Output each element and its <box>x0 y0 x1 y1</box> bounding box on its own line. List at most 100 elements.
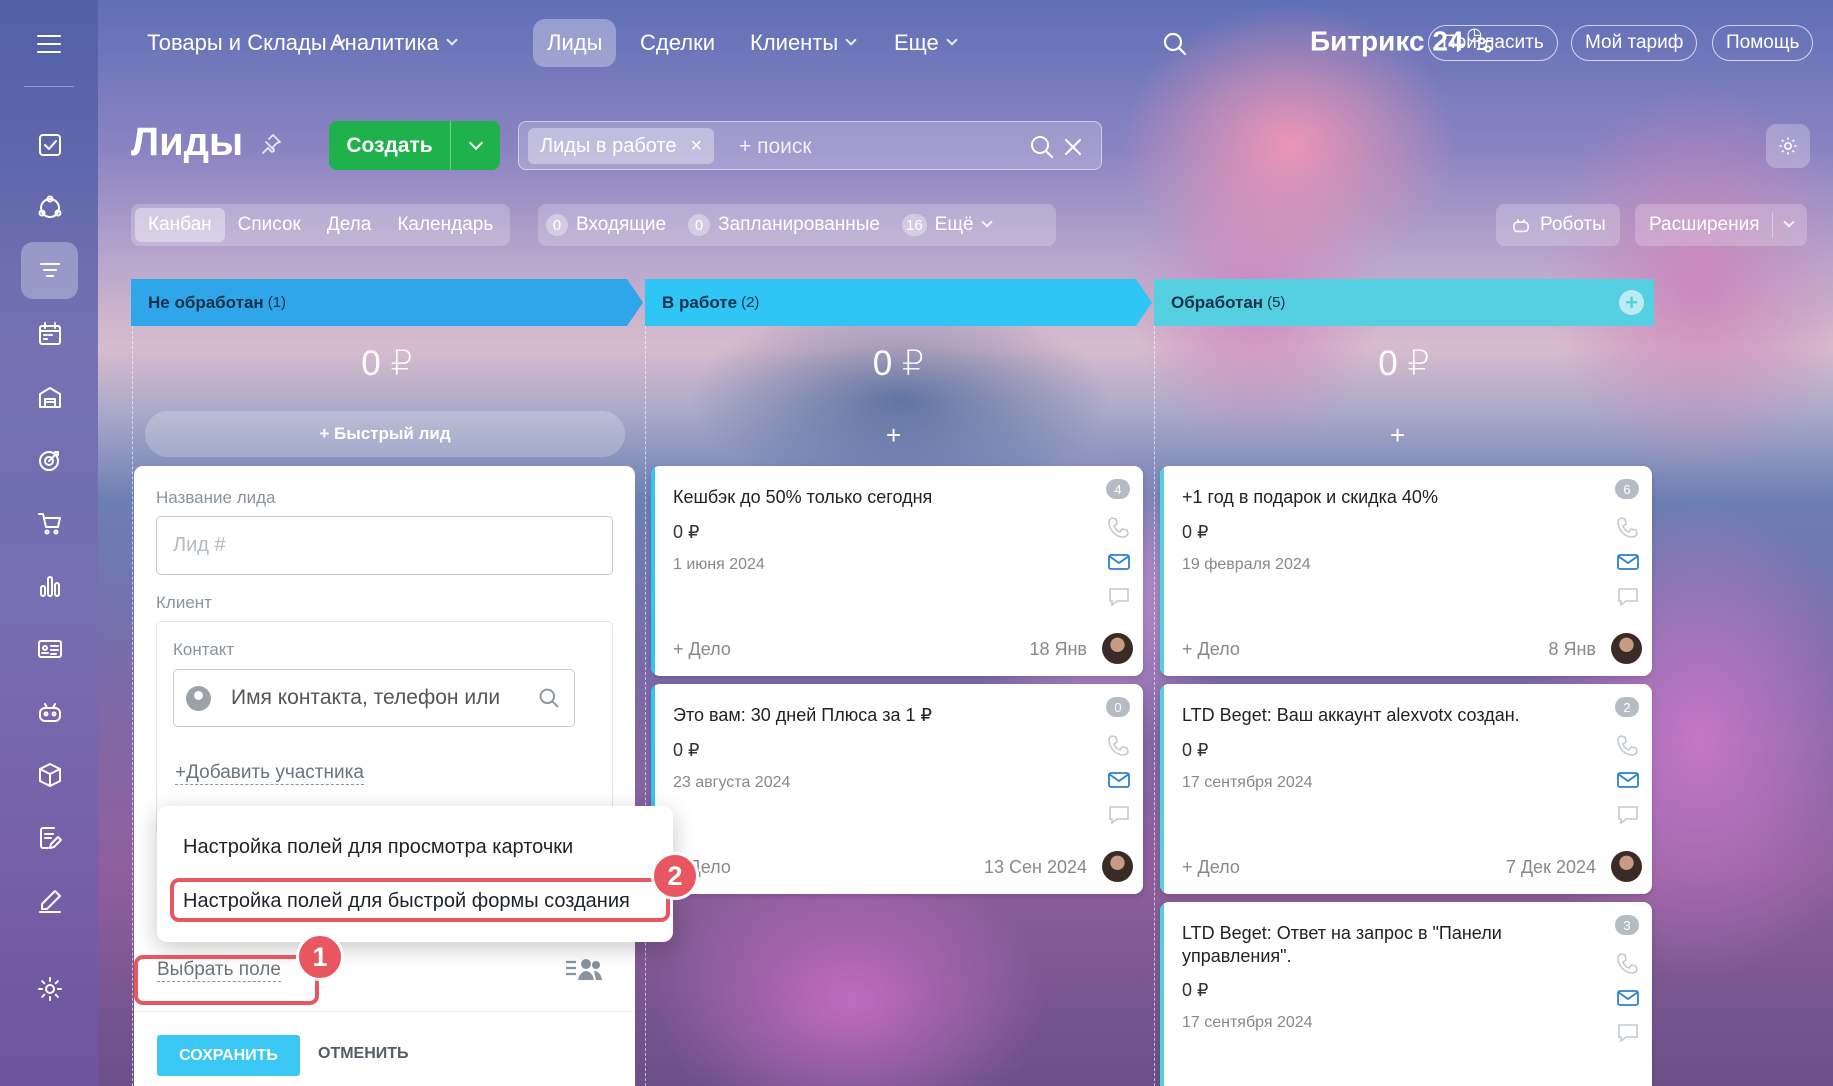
close-icon[interactable]: × <box>691 135 703 158</box>
chat-icon[interactable] <box>1107 586 1131 608</box>
counter-incoming[interactable]: 0 Входящие <box>546 214 666 236</box>
sidebar-item-docs[interactable] <box>21 809 78 866</box>
responsible-avatar[interactable] <box>1611 851 1642 882</box>
responsible-avatar[interactable] <box>1611 633 1642 664</box>
filter-search-bar[interactable]: Лиды в работе × + поиск <box>518 121 1102 170</box>
contact-search-input[interactable]: Имя контакта, телефон или <box>173 669 575 727</box>
nav-item-more[interactable]: Еще <box>880 19 970 67</box>
extensions-button[interactable]: Расширения <box>1635 204 1807 246</box>
lead-card[interactable]: LTD Beget: Ответ на запрос в "Панели упр… <box>1160 902 1652 1086</box>
nav-item-leads[interactable]: Лиды <box>533 19 617 67</box>
nav-item-clients[interactable]: Клиенты <box>736 19 869 67</box>
my-tariff-button[interactable]: Мой тариф <box>1571 25 1698 61</box>
phone-icon[interactable] <box>1616 734 1640 756</box>
phone-icon[interactable] <box>1107 516 1131 538</box>
mail-icon[interactable] <box>1616 987 1640 1009</box>
card-title[interactable]: Это вам: 30 дней Плюса за 1 ₽ <box>673 704 1093 727</box>
card-title[interactable]: Кешбэк до 50% только сегодня <box>673 486 1093 509</box>
nav-item-deals[interactable]: Сделки <box>626 19 729 67</box>
chat-icon[interactable] <box>1616 804 1640 826</box>
counter-label: Запланированные <box>718 214 880 235</box>
column-header-in-work[interactable]: В работе (2) <box>645 279 1152 326</box>
column-header-processed[interactable]: Обработан (5) + <box>1154 279 1654 326</box>
lead-card[interactable]: +1 год в подарок и скидка 40% 0 ₽ 19 фев… <box>1160 466 1652 676</box>
add-activity-link[interactable]: + Дело <box>673 639 731 660</box>
add-lead-plus[interactable]: + <box>1390 420 1405 451</box>
add-lead-plus[interactable]: + <box>886 420 901 451</box>
responsible-avatar[interactable] <box>1102 633 1133 664</box>
sidebar-item-crm[interactable] <box>21 242 78 299</box>
activity-counters: 0 Входящие 0 Запланированные 16 Ещё <box>538 204 1056 246</box>
invite-button[interactable]: Пригласить <box>1428 25 1558 61</box>
chat-icon[interactable] <box>1616 1022 1640 1044</box>
extensions-divider <box>1771 212 1773 238</box>
add-column-icon[interactable]: + <box>1619 290 1644 315</box>
card-title[interactable]: LTD Beget: Ваш аккаунт alexvotx создан. <box>1182 704 1602 727</box>
save-button[interactable]: СОХРАНИТЬ <box>157 1035 300 1076</box>
sidebar-item-sign[interactable] <box>21 872 78 929</box>
column-header-unprocessed[interactable]: Не обработан (1) <box>131 279 643 326</box>
sidebar-item-store[interactable] <box>21 368 78 425</box>
filter-chip[interactable]: Лиды в работе × <box>528 128 715 164</box>
sidebar-item-shop[interactable] <box>21 494 78 551</box>
sidebar-item-sites[interactable] <box>21 620 78 677</box>
add-activity-link[interactable]: + Дело <box>1182 857 1240 878</box>
mail-icon[interactable] <box>1107 551 1131 573</box>
lead-card[interactable]: Кешбэк до 50% только сегодня 0 ₽ 1 июня … <box>651 466 1143 676</box>
client-label: Клиент <box>156 593 212 612</box>
kanban-settings-button[interactable] <box>1766 124 1810 168</box>
create-button[interactable]: Создать <box>329 121 500 170</box>
column-sum: 0 ₽ <box>361 344 413 383</box>
field-settings-icon[interactable] <box>564 956 604 982</box>
add-activity-link[interactable]: + Дело <box>1182 639 1240 660</box>
column-count: (1) <box>267 294 287 311</box>
nav-item-analytics[interactable]: Аналитика <box>316 19 470 67</box>
robots-button[interactable]: Роботы <box>1496 204 1620 246</box>
search-input[interactable]: + поиск <box>739 135 812 159</box>
menu-burger-icon[interactable] <box>37 35 61 53</box>
sidebar-item-analytics[interactable] <box>21 557 78 614</box>
responsible-avatar[interactable] <box>1102 851 1133 882</box>
mail-icon[interactable] <box>1616 769 1640 791</box>
search-icon[interactable] <box>1162 31 1188 57</box>
tab-kanban[interactable]: Канбан <box>135 208 225 242</box>
sidebar-item-robots[interactable] <box>21 683 78 740</box>
highlight-box-quick-form <box>170 878 670 922</box>
help-button[interactable]: Помощь <box>1712 25 1814 61</box>
create-dropdown-arrow[interactable] <box>451 135 500 151</box>
sidebar-item-catalog[interactable] <box>21 746 78 803</box>
phone-icon[interactable] <box>1616 516 1640 538</box>
sidebar-item-marketing[interactable] <box>21 431 78 488</box>
sidebar-item-team[interactable] <box>21 179 78 236</box>
counter-planned[interactable]: 0 Запланированные <box>688 214 880 236</box>
clear-icon[interactable] <box>1063 137 1083 157</box>
counter-label: Входящие <box>576 214 667 235</box>
phone-icon[interactable] <box>1107 734 1131 756</box>
sidebar-item-settings[interactable] <box>21 960 78 1017</box>
sidebar-item-tasks[interactable] <box>21 116 78 173</box>
lead-card[interactable]: LTD Beget: Ваш аккаунт alexvotx создан. … <box>1160 684 1652 894</box>
phone-icon[interactable] <box>1616 952 1640 974</box>
add-participant-link[interactable]: +Добавить участника <box>175 762 364 785</box>
tab-activities[interactable]: Дела <box>314 208 384 242</box>
lead-card[interactable]: Это вам: 30 дней Плюса за 1 ₽ 0 ₽ 23 авг… <box>651 684 1143 894</box>
card-counter-badge: 2 <box>1615 697 1639 717</box>
mail-icon[interactable] <box>1616 551 1640 573</box>
tab-list[interactable]: Список <box>225 208 314 242</box>
search-icon[interactable] <box>538 687 560 709</box>
lead-name-input[interactable]: Лид # <box>156 516 613 575</box>
cancel-button[interactable]: ОТМЕНИТЬ <box>318 1045 409 1063</box>
search-icon[interactable] <box>1029 134 1055 160</box>
pin-icon[interactable] <box>260 133 282 155</box>
tab-calendar[interactable]: Календарь <box>384 208 506 242</box>
document-edit-icon <box>39 826 62 849</box>
card-title[interactable]: +1 год в подарок и скидка 40% <box>1182 486 1602 509</box>
card-title[interactable]: LTD Beget: Ответ на запрос в "Панели упр… <box>1182 922 1602 968</box>
quick-lead-button[interactable]: + Быстрый лид <box>145 411 625 457</box>
mail-icon[interactable] <box>1107 769 1131 791</box>
menu-item-card-view-fields[interactable]: Настройка полей для просмотра карточки <box>183 836 573 859</box>
sidebar-item-calendar[interactable] <box>21 305 78 362</box>
chat-icon[interactable] <box>1616 586 1640 608</box>
chat-icon[interactable] <box>1107 804 1131 826</box>
counter-more[interactable]: 16 Ещё <box>901 214 993 236</box>
